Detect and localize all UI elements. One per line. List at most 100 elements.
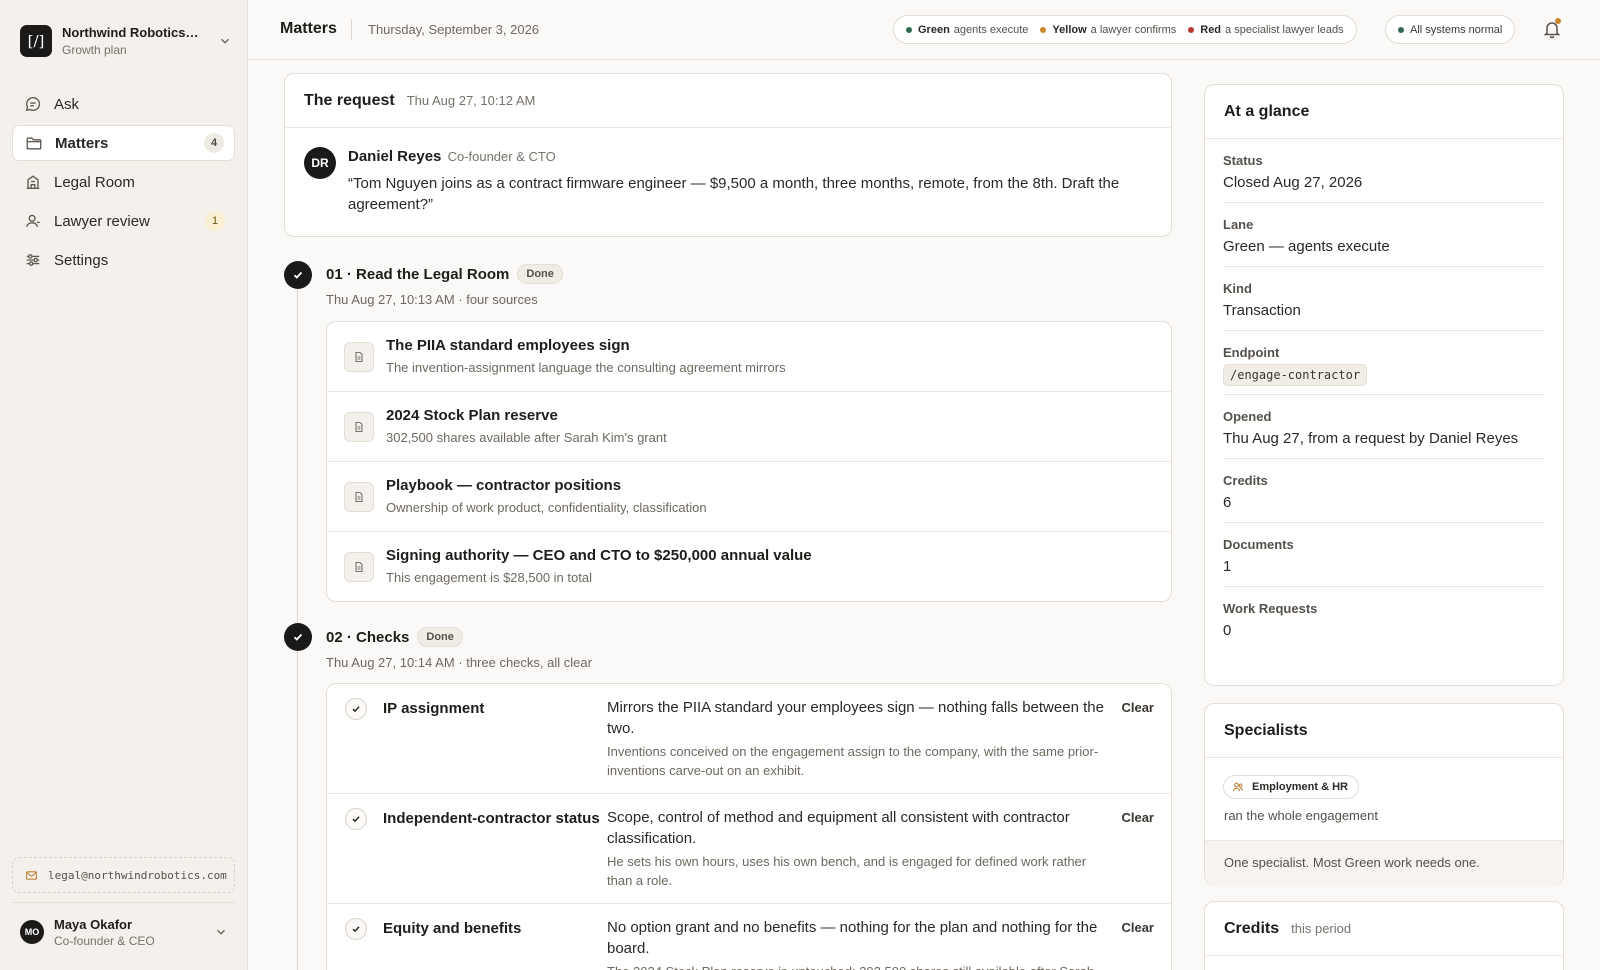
sidebar-item-lawyer-review[interactable]: Lawyer review 1 xyxy=(12,203,235,239)
sidebar: [/] Northwind Robotics, ... Growth plan … xyxy=(0,0,248,970)
source-desc: 302,500 shares available after Sarah Kim… xyxy=(386,430,667,445)
source-title: Playbook — contractor positions xyxy=(386,477,622,494)
org-switcher[interactable]: [/] Northwind Robotics, ... Growth plan xyxy=(20,24,232,58)
source-desc: Ownership of work product, confidentiali… xyxy=(386,500,707,515)
request-quote: “Tom Nguyen joins as a contract firmware… xyxy=(348,175,1120,213)
matters-count-badge: 4 xyxy=(204,133,224,153)
review-count-badge: 1 xyxy=(205,211,225,231)
sources-list: The PIIA standard employees sign The inv… xyxy=(326,321,1172,602)
table-row: Independent-contractor status Scope, con… xyxy=(327,794,1171,904)
specialists-footer: One specialist. Most Green work needs on… xyxy=(1205,840,1563,885)
lane-green: Green agents execute xyxy=(906,24,1028,36)
divider xyxy=(351,19,352,40)
sidebar-item-label: Legal Room xyxy=(54,173,135,191)
org-logo: [/] xyxy=(20,25,52,57)
user-menu[interactable]: MO Maya Okafor Co-founder & CEO xyxy=(20,915,228,949)
detail-opened: Opened Thu Aug 27, from a request by Dani… xyxy=(1223,395,1545,459)
top-bar: Matters Thursday, September 3, 2026 Gree… xyxy=(248,0,1600,60)
panel-subtitle: this period xyxy=(1291,921,1352,936)
sidebar-item-matters[interactable]: Matters 4 xyxy=(12,125,235,161)
check-result: Clear xyxy=(1121,810,1154,825)
detail-lane: Lane Green — agents execute xyxy=(1223,203,1545,267)
page-title: Matters xyxy=(280,20,337,37)
org-plan: Growth plan xyxy=(62,43,127,57)
folder-icon xyxy=(26,137,42,150)
people-icon xyxy=(1232,782,1244,792)
document-icon xyxy=(344,342,374,372)
step-title: 01 · Read the Legal Room Done xyxy=(326,264,563,284)
detail-work-requests: Work Requests 0 xyxy=(1223,601,1318,639)
lane-red: Red a specialist lawyer leads xyxy=(1188,24,1344,36)
detail-credits: Credits 6 xyxy=(1223,459,1545,523)
list-item[interactable]: 2024 Stock Plan reserve 302,500 shares a… xyxy=(327,392,1171,462)
divider xyxy=(12,902,235,903)
sidebar-item-legal-room[interactable]: Legal Room xyxy=(12,164,235,200)
source-title: Signing authority — CEO and CTO to $250,… xyxy=(386,547,812,564)
specialists-panel: Specialists Employment & HR ran the whol… xyxy=(1204,703,1564,885)
sidebar-item-label: Ask xyxy=(54,95,80,113)
user-name: Maya Okafor xyxy=(54,916,133,932)
panel-title: Specialists xyxy=(1205,704,1563,758)
check-detail: Inventions conceived on the engagement a… xyxy=(607,744,1099,778)
sidebar-item-ask[interactable]: Ask xyxy=(12,86,235,122)
request-card: The request Thu Aug 27, 10:12 AM DR Dani… xyxy=(284,73,1172,237)
current-date: Thursday, September 3, 2026 xyxy=(368,22,540,37)
endpoint-code: /engage-contractor xyxy=(1223,364,1368,386)
panel-title: Credits this period xyxy=(1205,902,1563,956)
detail-documents: Documents 1 xyxy=(1223,523,1545,587)
sidebar-item-label: Matters xyxy=(55,134,109,152)
check-result: Clear xyxy=(1121,920,1154,935)
check-summary: No option grant and no benefits — nothin… xyxy=(607,919,1098,957)
list-item[interactable]: The PIIA standard employees sign The inv… xyxy=(327,322,1171,392)
check-summary: Mirrors the PIIA standard your employees… xyxy=(607,699,1104,737)
specialist-chip[interactable]: Employment & HR xyxy=(1223,775,1359,799)
chat-icon xyxy=(25,97,41,112)
legal-email-address[interactable]: legal@northwindrobotics.com xyxy=(12,857,235,893)
avatar: DR xyxy=(304,147,336,179)
sidebar-item-label: Lawyer review xyxy=(54,212,150,230)
list-item[interactable]: Playbook — contractor positions Ownershi… xyxy=(327,462,1171,532)
step-title: 02 · Checks Done xyxy=(326,627,463,647)
sliders-icon xyxy=(26,254,40,266)
sidebar-nav: Ask Matters 4 Legal Room Lawyer review 1… xyxy=(12,86,235,281)
status-badge: Done xyxy=(517,264,563,284)
green-dot-icon xyxy=(906,26,912,33)
document-icon xyxy=(344,552,374,582)
step-done-icon xyxy=(284,261,312,289)
step-subtitle: Thu Aug 27, 10:13 AM · four sources xyxy=(326,292,538,307)
document-icon xyxy=(344,482,374,512)
detail-endpoint: Endpoint/engage-contractor xyxy=(1223,331,1545,395)
request-time: Thu Aug 27, 10:12 AM xyxy=(406,93,536,108)
source-desc: The invention-assignment language the co… xyxy=(386,360,786,375)
table-row: Equity and benefits No option grant and … xyxy=(327,904,1171,970)
status-dot-icon xyxy=(1398,26,1404,33)
request-title: The request xyxy=(304,91,395,109)
table-row: IP assignment Mirrors the PIIA standard … xyxy=(327,684,1171,794)
check-summary: Scope, control of method and equipment a… xyxy=(607,809,1070,847)
lane-legend: Green agents execute Yellow a lawyer confi… xyxy=(893,15,1357,44)
step-done-icon xyxy=(284,623,312,651)
avatar: MO xyxy=(20,920,44,944)
requester: Daniel Reyes Co-founder & CTO xyxy=(348,148,556,165)
chevron-down-icon xyxy=(217,929,225,935)
red-dot-icon xyxy=(1188,26,1195,33)
check-icon xyxy=(345,698,367,720)
at-a-glance-panel: At a glance Status Closed Aug 27, 2026 La… xyxy=(1204,84,1564,686)
yellow-dot-icon xyxy=(1040,26,1047,33)
notification-dot xyxy=(1555,18,1561,24)
sidebar-item-label: Settings xyxy=(54,251,109,269)
org-name: Northwind Robotics, ... xyxy=(62,25,202,40)
sidebar-item-settings[interactable]: Settings xyxy=(12,242,235,278)
chevron-down-icon xyxy=(221,38,229,44)
check-result: Clear xyxy=(1121,700,1154,715)
checks-list: IP assignment Mirrors the PIIA standard … xyxy=(326,683,1172,970)
user-role: Co-founder & CEO xyxy=(54,933,155,948)
lane-yellow: Yellow a lawyer confirms xyxy=(1040,24,1176,36)
system-status[interactable]: All systems normal xyxy=(1385,15,1516,44)
list-item[interactable]: Signing authority — CEO and CTO to $250,… xyxy=(327,532,1171,602)
mail-icon xyxy=(26,870,37,880)
check-name: IP assignment xyxy=(383,700,485,717)
person-icon xyxy=(26,214,40,228)
check-detail: The 2024 Stock Plan reserve is untouched… xyxy=(607,962,1107,970)
document-icon xyxy=(344,412,374,442)
